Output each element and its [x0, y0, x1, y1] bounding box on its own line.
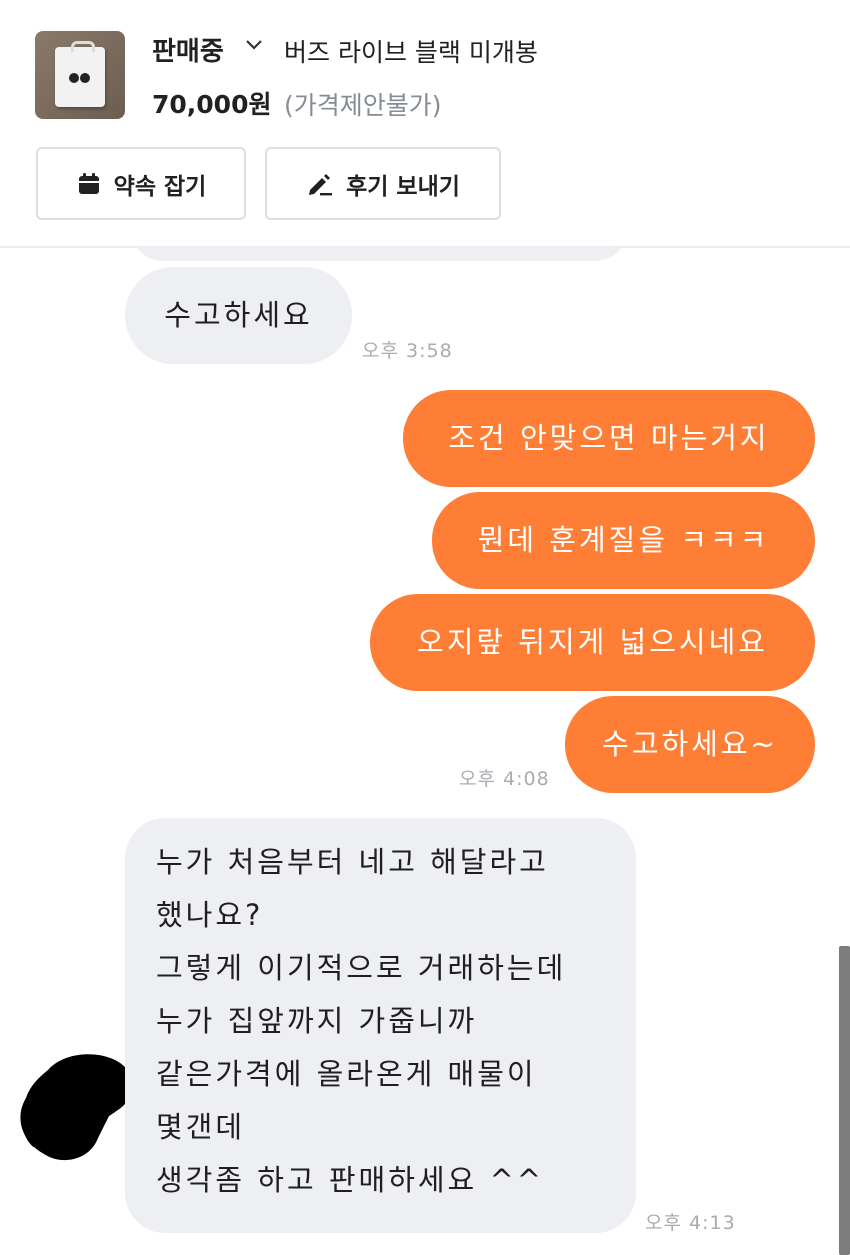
sale-status[interactable]: 판매중	[152, 31, 224, 68]
send-review-button[interactable]: 후기 보내기	[265, 147, 501, 220]
message-time: 오후 4:13	[645, 1212, 736, 1234]
message-line: 그렇게 이기적으로 거래하는데	[156, 951, 567, 985]
chevron-down-icon[interactable]	[244, 34, 264, 60]
product-thumbnail[interactable]	[35, 31, 125, 119]
message-line: 누가 집앞까지 가줍니까	[156, 1004, 478, 1038]
outgoing-message: 수고하세요~	[565, 696, 815, 793]
message-time: 오후 3:58	[362, 340, 453, 362]
product-header: 판매중 버즈 라이브 블랙 미개봉 70,000원 (가격제안불가) 약속 잡기…	[0, 0, 850, 248]
scrollbar[interactable]	[839, 946, 850, 1255]
price-note: (가격제안불가)	[284, 91, 442, 120]
incoming-message: 수고하세요	[125, 267, 352, 364]
message-text: 수고하세요~	[602, 727, 778, 761]
message-text: 조건 안맞으면 마는거지	[448, 421, 770, 455]
message-text: 수고하세요	[164, 298, 313, 332]
avatar[interactable]	[10, 1042, 140, 1172]
make-appointment-label: 약속 잡기	[113, 173, 207, 200]
product-price: 70,000원	[152, 90, 272, 119]
message-text: 오지랖 뒤지게 넓으시네요	[417, 625, 768, 659]
message-line: 누가 처음부터 네고 해달라고	[156, 845, 549, 879]
outgoing-message: 조건 안맞으면 마는거지	[403, 390, 815, 487]
send-review-label: 후기 보내기	[346, 173, 460, 200]
outgoing-message: 오지랖 뒤지게 넓으시네요	[370, 594, 815, 691]
calendar-icon	[76, 171, 102, 197]
message-time: 오후 4:08	[459, 768, 550, 790]
product-title: 버즈 라이브 블랙 미개봉	[284, 38, 538, 67]
message-text: 뭔데 훈계질을 ㅋㅋㅋ	[477, 523, 770, 557]
outgoing-message: 뭔데 훈계질을 ㅋㅋㅋ	[432, 492, 815, 589]
message-line: 같은가격에 올라온게 매물이	[156, 1057, 537, 1091]
incoming-message: 누가 처음부터 네고 해달라고 했나요? 그렇게 이기적으로 거래하는데 누가 …	[125, 818, 636, 1233]
previous-message-bubble	[130, 247, 628, 261]
message-line: 생각좀 하고 판매하세요 ^^	[156, 1163, 545, 1197]
message-line: 했나요?	[156, 898, 264, 932]
pencil-icon	[306, 171, 334, 197]
message-line: 몇갠데	[156, 1110, 246, 1144]
chat-message-list[interactable]: 수고하세요 오후 3:58 조건 안맞으면 마는거지 뭔데 훈계질을 ㅋㅋㅋ 오…	[0, 247, 850, 1255]
make-appointment-button[interactable]: 약속 잡기	[36, 147, 246, 220]
product-box-image	[55, 41, 105, 107]
